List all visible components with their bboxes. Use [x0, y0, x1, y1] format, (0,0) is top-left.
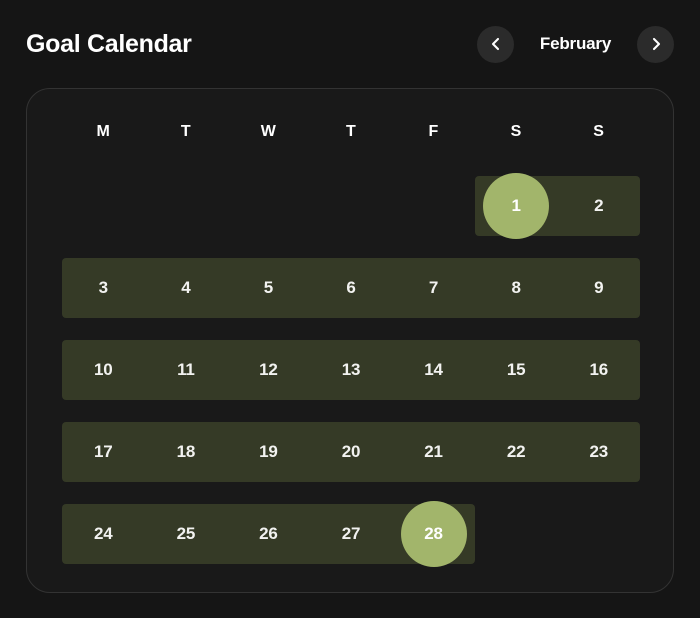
calendar-day-number: 7 — [428, 278, 439, 297]
month-navigation: February — [477, 25, 674, 63]
calendar-day-cell[interactable]: 8 — [475, 247, 558, 329]
calendar-week-row: 12 — [62, 165, 640, 247]
calendar-day-number: 13 — [341, 360, 361, 379]
current-month-label: February — [539, 34, 612, 53]
calendar-day-empty — [557, 493, 640, 575]
calendar-day-empty — [310, 165, 393, 247]
calendar-day-empty — [475, 493, 558, 575]
calendar-day-cell[interactable]: 19 — [227, 411, 310, 493]
calendar-week-row: 24 25 26 27 28 — [62, 493, 640, 575]
calendar-day-number: 12 — [259, 360, 278, 379]
calendar-day-number: 19 — [259, 442, 278, 461]
calendar-header: Goal Calendar February — [0, 0, 700, 88]
calendar-day-cell[interactable]: 26 — [227, 493, 310, 575]
calendar-day-cell[interactable]: 7 — [392, 247, 475, 329]
previous-month-button[interactable] — [477, 25, 514, 63]
calendar-day-cell[interactable]: 5 — [227, 247, 310, 329]
weekday-header-row: MTWTFSS — [62, 111, 640, 153]
calendar-day-number: 11 — [177, 360, 195, 379]
calendar-day-cell[interactable]: 28 — [392, 493, 475, 575]
weekday-header: W — [260, 123, 277, 140]
calendar-day-cell[interactable]: 25 — [145, 493, 228, 575]
calendar-day-number: 14 — [424, 360, 443, 379]
calendar-day-number: 10 — [94, 360, 113, 379]
calendar-day-number: 18 — [176, 442, 196, 461]
calendar-week-row: 17 18 19 20 21 22 23 — [62, 411, 640, 493]
calendar-day-number: 9 — [594, 278, 604, 297]
page-title: Goal Calendar — [26, 29, 192, 58]
chevron-right-icon — [648, 36, 664, 52]
calendar-day-cell[interactable]: 24 — [62, 493, 145, 575]
calendar-day-cell[interactable]: 10 — [62, 329, 145, 411]
calendar-card: MTWTFSS 1 2 3 4 5 6 7 8 9 10 11 12 13 14 15 16 17 18 19 20 2… — [26, 88, 674, 593]
calendar-day-number: 4 — [181, 278, 191, 297]
calendar-day-number: 5 — [263, 278, 274, 297]
weekday-header: S — [593, 123, 605, 140]
calendar-day-number: 3 — [98, 278, 108, 297]
calendar-day-empty — [145, 165, 228, 247]
calendar-day-number: 15 — [506, 360, 526, 379]
calendar-day-number: 6 — [346, 278, 356, 297]
calendar-day-cell[interactable]: 13 — [310, 329, 393, 411]
calendar-day-number: 21 — [424, 442, 443, 461]
calendar-day-cell[interactable]: 21 — [392, 411, 475, 493]
calendar-week-row: 10 11 12 13 14 15 16 — [62, 329, 640, 411]
calendar-day-number: 26 — [259, 524, 278, 543]
calendar-day-number: 23 — [589, 442, 608, 461]
calendar-day-number: 24 — [94, 524, 113, 543]
calendar-day-cell[interactable]: 22 — [475, 411, 558, 493]
calendar-day-number: 17 — [94, 442, 113, 461]
calendar-day-cell[interactable]: 1 — [475, 165, 558, 247]
calendar-day-cell[interactable]: 15 — [475, 329, 558, 411]
calendar-day-cell[interactable]: 12 — [227, 329, 310, 411]
calendar-day-empty — [392, 165, 475, 247]
calendar-day-cell[interactable]: 23 — [557, 411, 640, 493]
calendar-day-cell[interactable]: 11 — [145, 329, 228, 411]
calendar-day-cell[interactable]: 6 — [310, 247, 393, 329]
calendar-day-number: 28 — [424, 524, 443, 543]
calendar-day-cell[interactable]: 14 — [392, 329, 475, 411]
weekday-header: T — [345, 123, 357, 140]
calendar-day-number: 27 — [341, 524, 361, 543]
calendar-day-number: 16 — [589, 360, 608, 379]
calendar-week-row: 3 4 5 6 7 8 9 — [62, 247, 640, 329]
weekday-header: F — [428, 123, 439, 140]
calendar-day-number: 1 — [511, 196, 521, 215]
next-month-button[interactable] — [637, 25, 674, 63]
calendar-day-number: 25 — [176, 524, 196, 543]
calendar-day-cell[interactable]: 17 — [62, 411, 145, 493]
calendar-day-cell[interactable]: 2 — [557, 165, 640, 247]
calendar-day-empty — [227, 165, 310, 247]
chevron-left-icon — [488, 36, 504, 52]
calendar-day-empty — [62, 165, 145, 247]
calendar-day-number: 20 — [341, 442, 361, 461]
calendar-day-cell[interactable]: 20 — [310, 411, 393, 493]
weekday-header: T — [180, 123, 191, 140]
calendar-day-cell[interactable]: 4 — [145, 247, 228, 329]
weekday-header: M — [96, 123, 111, 140]
weekday-header: S — [510, 123, 522, 140]
goal-calendar-screen: Goal Calendar February M T W T F S S 1 2 3 4 5… — [0, 0, 700, 618]
calendar-day-cell[interactable]: 3 — [62, 247, 145, 329]
calendar-day-cell[interactable]: 16 — [557, 329, 640, 411]
calendar-day-number: 2 — [594, 196, 604, 215]
calendar-weeks: 1 2 3 4 5 6 7 8 9 10 11 12 13 14 15 16 17 18 19 20 21 22 23 24 2… — [62, 165, 640, 575]
calendar-day-number: 22 — [506, 442, 526, 461]
calendar-day-number: 8 — [511, 278, 521, 297]
calendar-day-cell[interactable]: 18 — [145, 411, 228, 493]
calendar-day-cell[interactable]: 9 — [557, 247, 640, 329]
calendar-day-cell[interactable]: 27 — [310, 493, 393, 575]
